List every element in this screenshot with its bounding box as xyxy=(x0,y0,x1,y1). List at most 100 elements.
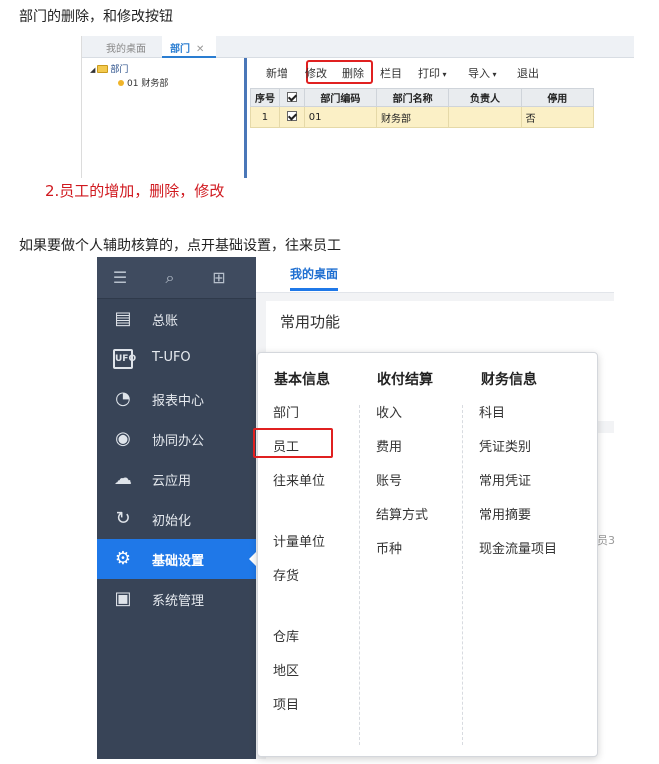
menu-item-expense[interactable]: 费用 xyxy=(376,436,402,455)
checkbox-icon[interactable] xyxy=(286,111,297,121)
paragraph-employee-setup: 如果要做个人辅助核算的，点开基础设置，往来员工 xyxy=(19,238,341,254)
print-button[interactable]: 打印 ▾ xyxy=(418,65,447,81)
sidebar-item-basic-settings[interactable]: ⚙ 基础设置 xyxy=(97,539,257,579)
sidebar-item-label: 报表中心 xyxy=(152,394,205,409)
menu-item-partner[interactable]: 往来单位 xyxy=(273,470,325,489)
close-icon[interactable]: ✕ xyxy=(196,44,204,55)
column-title-finance-info: 财务信息 xyxy=(481,372,537,388)
menu-item-cashflow-project[interactable]: 现金流量项目 xyxy=(479,538,557,557)
table-row[interactable]: 1 01 财务部 否 xyxy=(250,106,595,128)
menu-item-project[interactable]: 项目 xyxy=(273,694,299,713)
edit-button[interactable]: 修改 xyxy=(305,65,327,81)
cell-code: 01 xyxy=(303,106,378,128)
tab-department-label: 部门 xyxy=(170,44,190,55)
tree-expand-icon[interactable]: ◢ xyxy=(90,66,95,74)
department-tree: ◢ 部门 01 财务部 xyxy=(82,58,247,178)
tab-my-desktop[interactable]: 我的桌面 xyxy=(106,40,146,55)
refresh-icon: ↻ xyxy=(115,508,131,529)
add-window-icon[interactable]: ⊞ xyxy=(210,269,228,287)
add-button[interactable]: 新增 xyxy=(266,65,288,81)
col-header: 序号 xyxy=(250,88,280,107)
sidebar-item-report-center[interactable]: ◔ 报表中心 xyxy=(97,379,256,419)
sidebar-item-ledger[interactable]: ▤ 总账 xyxy=(97,299,256,339)
delete-button[interactable]: 删除 xyxy=(342,65,364,81)
import-button[interactable]: 导入 ▾ xyxy=(468,65,497,81)
chevron-down-icon: ▾ xyxy=(440,70,447,79)
sidebar-item-label: 初始化 xyxy=(152,514,192,529)
menu-item-department[interactable]: 部门 xyxy=(273,402,299,421)
section-heading-employee: 2.员工的增加，删除，修改 xyxy=(45,182,225,200)
sidebar-item-collab[interactable]: ◉ 协同办公 xyxy=(97,419,256,459)
column-divider xyxy=(359,405,360,745)
sidebar-item-label: 总账 xyxy=(152,314,179,329)
tree-child-label: 01 财务部 xyxy=(127,79,169,89)
col-header-select[interactable] xyxy=(278,88,305,107)
cell-no: 1 xyxy=(250,106,280,128)
menu-item-region[interactable]: 地区 xyxy=(273,660,299,679)
ledger-icon: ▤ xyxy=(114,308,132,329)
highlight-box-employee xyxy=(253,428,333,458)
menu-item-settlement-method[interactable]: 结算方式 xyxy=(376,504,428,523)
tree-root-label: 部门 xyxy=(110,65,129,75)
col-header: 停用 xyxy=(520,88,595,107)
sidebar-item-cloud[interactable]: ☁ 云应用 xyxy=(97,459,256,499)
import-label: 导入 xyxy=(468,67,490,80)
sidebar-item-label: 系统管理 xyxy=(152,594,205,609)
column-title-basic-info: 基本信息 xyxy=(274,372,330,388)
collab-icon: ◉ xyxy=(115,428,131,449)
col-header: 负责人 xyxy=(448,88,522,107)
tab-bar: 我的桌面 xyxy=(256,257,614,293)
tree-node-finance[interactable]: 01 财务部 xyxy=(118,76,168,89)
card-title: 常用功能 xyxy=(280,313,341,331)
exit-button[interactable]: 退出 xyxy=(517,65,539,81)
sidebar: ☰ ⌕ ⊞ ▤ 总账 UFO T-UFO ◔ 报表中心 ◉ 协同办公 ☁ 云应用… xyxy=(97,257,257,759)
table-header: 序号 部门编码 部门名称 负责人 停用 xyxy=(250,88,595,107)
cell-name: 财务部 xyxy=(376,106,450,128)
search-icon[interactable]: ⌕ xyxy=(161,269,179,287)
sidebar-top-bar: ☰ ⌕ ⊞ xyxy=(97,257,256,299)
menu-item-unit[interactable]: 计量单位 xyxy=(273,531,325,550)
tab-bar: 我的桌面 部门 ✕ xyxy=(82,36,634,58)
code-monitor-icon: ▣ xyxy=(114,588,132,609)
menu-item-voucher-type[interactable]: 凭证类别 xyxy=(479,436,531,455)
ufo-icon: UFO xyxy=(113,349,136,369)
cell-select[interactable] xyxy=(278,106,305,128)
menu-item-currency[interactable]: 币种 xyxy=(376,538,402,557)
node-dot-icon xyxy=(118,80,124,86)
menu-icon[interactable]: ☰ xyxy=(111,269,129,287)
department-screenshot: 我的桌面 部门 ✕ ◢ 部门 01 财务部 新增 修改 删除 栏目 打印 ▾ 导入 … xyxy=(81,36,634,178)
basic-settings-popup: 基本信息 收付结算 财务信息 部门 员工 往来单位 计量单位 存货 仓库 地区 … xyxy=(257,352,598,757)
menu-item-account[interactable]: 账号 xyxy=(376,470,402,489)
col-header: 部门名称 xyxy=(376,88,450,107)
cloud-icon: ☁ xyxy=(114,468,132,489)
sidebar-item-label: T-UFO xyxy=(152,350,191,365)
paragraph-department-delete: 部门的删除，和修改按钮 xyxy=(19,9,173,25)
column-title-settlement: 收付结算 xyxy=(377,372,433,388)
sidebar-item-tufo[interactable]: UFO T-UFO xyxy=(97,339,256,379)
menu-item-income[interactable]: 收入 xyxy=(376,402,402,421)
tab-department[interactable]: 部门 ✕ xyxy=(162,36,216,58)
col-header: 部门编码 xyxy=(303,88,378,107)
menu-item-warehouse[interactable]: 仓库 xyxy=(273,626,299,645)
column-divider xyxy=(462,405,463,745)
sidebar-item-label: 云应用 xyxy=(152,474,192,489)
pie-chart-icon: ◔ xyxy=(115,388,131,409)
settings-icon: ⚙ xyxy=(114,548,132,569)
tree-node-root[interactable]: ◢ 部门 xyxy=(90,62,128,75)
menu-item-common-summary[interactable]: 常用摘要 xyxy=(479,504,531,523)
menu-item-common-voucher[interactable]: 常用凭证 xyxy=(479,470,531,489)
cell-disabled: 否 xyxy=(520,106,595,128)
sidebar-item-label: 协同办公 xyxy=(152,434,205,449)
cell-manager xyxy=(448,106,522,128)
menu-item-subject[interactable]: 科目 xyxy=(479,402,505,421)
print-label: 打印 xyxy=(418,67,440,80)
tab-my-desktop[interactable]: 我的桌面 xyxy=(290,265,339,291)
checkbox-icon[interactable] xyxy=(286,91,297,102)
sidebar-item-init[interactable]: ↻ 初始化 xyxy=(97,499,256,539)
clipped-text-fragment: 员3 xyxy=(597,534,615,547)
chevron-down-icon: ▾ xyxy=(490,70,497,79)
sidebar-item-system[interactable]: ▣ 系统管理 xyxy=(97,579,256,619)
columns-button[interactable]: 栏目 xyxy=(380,65,402,81)
menu-item-inventory[interactable]: 存货 xyxy=(273,565,299,584)
sidebar-item-label: 基础设置 xyxy=(152,554,205,569)
